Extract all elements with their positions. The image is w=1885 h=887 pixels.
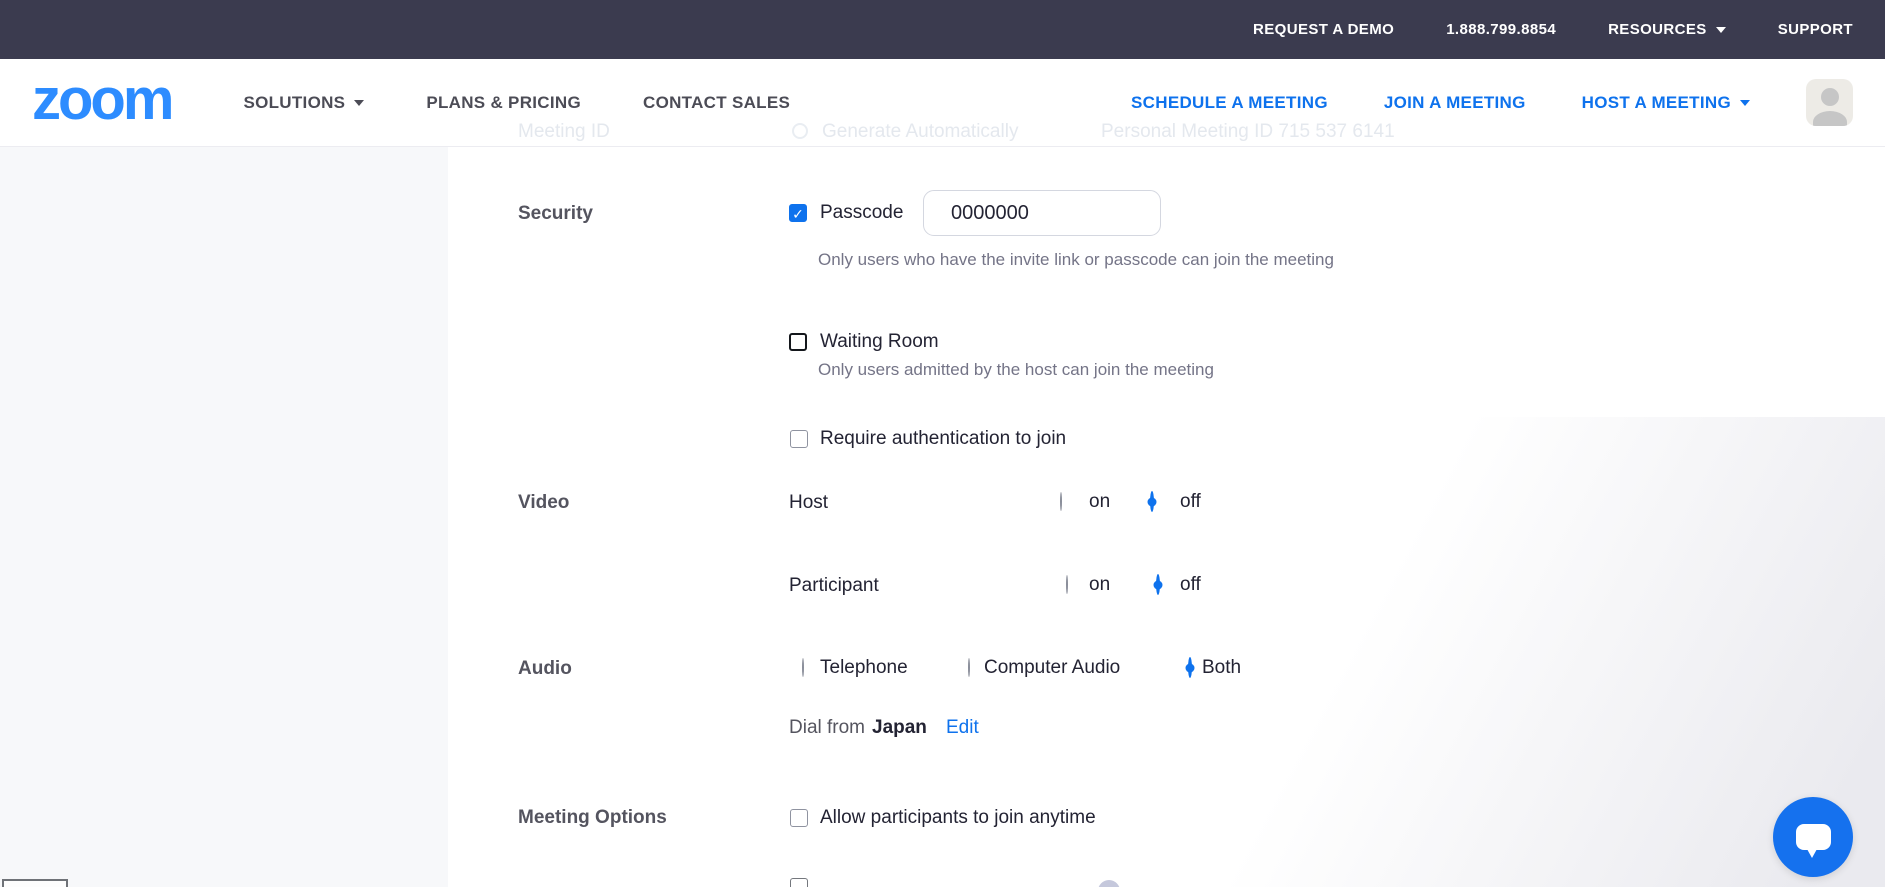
schedule-meeting-form: Security Passcode Only users who have th… bbox=[0, 147, 1885, 887]
passcode-input[interactable] bbox=[923, 190, 1161, 236]
request-demo-link[interactable]: REQUEST A DEMO bbox=[1253, 21, 1394, 38]
participant-video-on-radio[interactable] bbox=[1066, 575, 1068, 594]
require-auth-checkbox[interactable] bbox=[790, 430, 808, 448]
join-meeting-link[interactable]: JOIN A MEETING bbox=[1384, 93, 1526, 113]
waiting-room-checkbox[interactable] bbox=[789, 333, 807, 351]
participant-video-on-label[interactable]: on bbox=[1089, 574, 1110, 596]
dial-country-label: Japan bbox=[872, 717, 927, 738]
support-link[interactable]: SUPPORT bbox=[1778, 21, 1853, 38]
nav-menu: SOLUTIONS PLANS & PRICING CONTACT SALES bbox=[243, 93, 790, 113]
video-section-label: Video bbox=[518, 492, 570, 513]
dial-from-label: Dial from bbox=[789, 717, 866, 738]
schedule-meeting-link[interactable]: SCHEDULE A MEETING bbox=[1131, 93, 1328, 113]
passcode-checkbox[interactable] bbox=[789, 204, 807, 222]
solutions-label: SOLUTIONS bbox=[243, 92, 346, 112]
resources-menu[interactable]: RESOURCES bbox=[1608, 21, 1726, 38]
passcode-label[interactable]: Passcode bbox=[820, 202, 903, 224]
audio-both-radio[interactable] bbox=[1188, 657, 1192, 678]
partial-checkbox[interactable] bbox=[790, 878, 808, 887]
host-meeting-menu[interactable]: HOST A MEETING bbox=[1582, 93, 1750, 113]
host-video-on-radio[interactable] bbox=[1060, 492, 1062, 511]
audio-computer-radio[interactable] bbox=[968, 658, 970, 677]
audio-telephone-label[interactable]: Telephone bbox=[820, 657, 908, 679]
participant-video-off-radio[interactable] bbox=[1156, 574, 1160, 595]
ghost-radio-icon bbox=[792, 123, 808, 139]
host-meeting-label: HOST A MEETING bbox=[1581, 92, 1731, 112]
topbar: REQUEST A DEMO 1.888.799.8854 RESOURCES … bbox=[0, 0, 1885, 59]
host-video-on-label[interactable]: on bbox=[1089, 491, 1110, 513]
avatar-person-icon bbox=[1820, 88, 1839, 106]
partial-bottom-left-widget[interactable] bbox=[2, 879, 68, 887]
audio-section-label: Audio bbox=[518, 658, 572, 679]
participant-video-off-label[interactable]: off bbox=[1180, 574, 1201, 596]
host-video-off-label[interactable]: off bbox=[1180, 491, 1201, 513]
nav-plans-pricing[interactable]: PLANS & PRICING bbox=[426, 93, 581, 113]
video-participant-label: Participant bbox=[789, 575, 879, 596]
chat-support-button[interactable] bbox=[1773, 797, 1853, 877]
meeting-options-section-label: Meeting Options bbox=[518, 807, 667, 828]
nav-contact-sales[interactable]: CONTACT SALES bbox=[643, 93, 790, 113]
chat-bubble-icon bbox=[1795, 824, 1831, 858]
host-video-off-radio[interactable] bbox=[1150, 491, 1154, 512]
resources-label: RESOURCES bbox=[1608, 21, 1707, 38]
join-anytime-checkbox[interactable] bbox=[790, 809, 808, 827]
zoom-logo[interactable]: zoom bbox=[32, 70, 174, 129]
profile-avatar[interactable] bbox=[1806, 79, 1853, 126]
passcode-help-text: Only users who have the invite link or p… bbox=[818, 250, 1334, 269]
ghost-generate-label: Generate Automatically bbox=[822, 121, 1019, 142]
edit-dial-in-link[interactable]: Edit bbox=[946, 717, 979, 739]
chevron-down-icon bbox=[1715, 26, 1726, 33]
require-auth-label[interactable]: Require authentication to join bbox=[820, 428, 1066, 450]
video-host-label: Host bbox=[789, 492, 829, 513]
chevron-down-icon bbox=[354, 99, 365, 106]
join-anytime-label[interactable]: Allow participants to join anytime bbox=[820, 807, 1096, 829]
security-section-label: Security bbox=[518, 203, 593, 224]
waiting-room-label[interactable]: Waiting Room bbox=[820, 331, 939, 353]
audio-both-label[interactable]: Both bbox=[1202, 657, 1241, 679]
waiting-room-help-text: Only users admitted by the host can join… bbox=[818, 360, 1214, 379]
phone-number-link[interactable]: 1.888.799.8854 bbox=[1446, 21, 1556, 38]
audio-telephone-radio[interactable] bbox=[802, 658, 804, 677]
main-nav: Meeting ID Generate Automatically Person… bbox=[0, 59, 1885, 147]
chevron-down-icon bbox=[1740, 99, 1750, 106]
nav-actions: SCHEDULE A MEETING JOIN A MEETING HOST A… bbox=[1131, 79, 1853, 126]
audio-computer-label[interactable]: Computer Audio bbox=[984, 657, 1120, 679]
nav-solutions[interactable]: SOLUTIONS bbox=[243, 92, 365, 113]
ghost-meeting-id-label: Meeting ID bbox=[518, 121, 610, 142]
